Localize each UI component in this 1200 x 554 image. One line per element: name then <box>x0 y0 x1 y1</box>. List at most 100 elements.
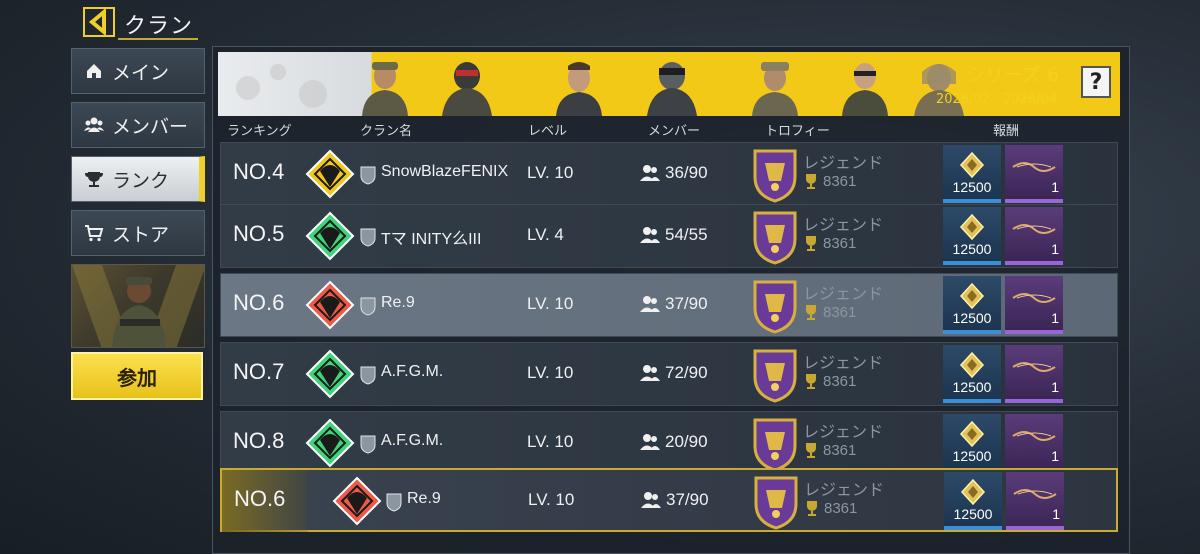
home-icon <box>87 64 101 78</box>
clan-shield-icon <box>386 493 402 512</box>
members-icon <box>640 165 660 181</box>
join-button[interactable]: 参加 <box>71 352 203 400</box>
reward-medal-amount: 12500 <box>953 506 993 522</box>
reward-item-tile[interactable]: 1 <box>1005 145 1063 203</box>
reward-medal-tile[interactable]: 12500 <box>944 472 1002 530</box>
legend-rank-badge-icon <box>753 418 797 472</box>
clan-level: LV. 10 <box>528 490 575 509</box>
member-count: 37/90 <box>665 294 708 313</box>
column-clan-name: クラン名 <box>360 124 413 139</box>
clan-emblem-icon <box>305 280 355 330</box>
clan-name: Tマ INITY么III <box>381 231 482 248</box>
trophy-tier: レジェンド <box>803 422 884 441</box>
trophy-cup-icon <box>806 305 816 320</box>
cart-icon <box>85 225 104 242</box>
clan-name: A.F.G.M. <box>381 432 444 449</box>
trophy-tier: レジェンド <box>803 284 884 303</box>
legend-rank-badge-icon <box>753 280 797 334</box>
ranking-row[interactable]: NO.6 Re.9 LV. 10 37/90 レジェンド 8361 12500 … <box>220 273 1118 337</box>
reward-medal-tile[interactable]: 12500 <box>943 207 1001 265</box>
reward-medal-tile[interactable]: 12500 <box>943 414 1001 472</box>
legend-rank-badge-icon <box>753 149 797 203</box>
clan-shield-icon <box>360 166 376 185</box>
reward-medal-tile[interactable]: 12500 <box>943 345 1001 403</box>
members-icon <box>640 434 660 450</box>
clan-emblem-icon <box>305 149 355 199</box>
rank-number: NO.6 <box>233 290 285 315</box>
reward-medal-amount: 12500 <box>952 379 992 395</box>
trophy-count: 8361 <box>824 500 858 517</box>
reward-medal-amount: 12500 <box>952 448 992 464</box>
clan-emblem-icon <box>305 349 355 399</box>
ranking-row[interactable]: NO.8 A.F.G.M. LV. 10 20/90 レジェンド 8361 12… <box>220 411 1118 475</box>
legend-rank-badge-icon <box>753 349 797 403</box>
soldier-portrait-2 <box>442 62 492 116</box>
member-count: 20/90 <box>665 432 708 451</box>
reward-item-amount: 1 <box>1051 448 1059 464</box>
reward-item-amount: 1 <box>1052 506 1060 522</box>
nav-main-label: メイン <box>112 61 170 84</box>
column-rank: ランキング <box>227 124 292 139</box>
clan-name: SnowBlazeFENIX <box>381 163 509 180</box>
reward-item-tile[interactable]: 1 <box>1005 276 1063 334</box>
clan-name: Re.9 <box>381 294 415 311</box>
trophy-icon <box>85 172 103 187</box>
trophy-cup-icon <box>806 443 816 458</box>
reward-medal-amount: 12500 <box>952 179 992 195</box>
series-dates: 2026/02 - 2026/04 <box>936 92 1057 107</box>
rank-number: NO.4 <box>233 159 285 184</box>
reward-medal-amount: 12500 <box>952 310 992 326</box>
rank-number: NO.5 <box>233 221 285 246</box>
clan-level: LV. 4 <box>527 225 564 244</box>
ranking-row[interactable]: NO.4 SnowBlazeFENIX LV. 10 36/90 レジェンド 8… <box>220 142 1118 206</box>
trophy-count: 8361 <box>823 442 857 459</box>
my-clan-row[interactable]: NO.6 Re.9 LV. 10 37/90 レジェンド 8361 12500 … <box>220 468 1118 532</box>
page-title: クラン <box>124 14 194 39</box>
reward-item-tile[interactable]: 1 <box>1006 472 1064 530</box>
nav-members-label: メンバー <box>112 115 189 138</box>
soldier-portrait-1 <box>362 62 408 116</box>
clan-level: LV. 10 <box>527 432 574 451</box>
back-arrow-icon <box>83 7 115 37</box>
legend-rank-badge-icon <box>753 211 797 265</box>
reward-medal-tile[interactable]: 12500 <box>943 145 1001 203</box>
trophy-count: 8361 <box>823 235 857 252</box>
nav-store-label: ストア <box>112 223 170 246</box>
ranking-row[interactable]: NO.7 A.F.G.M. LV. 10 72/90 レジェンド 8361 12… <box>220 342 1118 406</box>
soldier-portrait-5 <box>752 62 798 116</box>
trophy-cup-icon <box>806 374 816 389</box>
reward-item-tile[interactable]: 1 <box>1005 345 1063 403</box>
clan-shield-icon <box>360 366 376 385</box>
clan-name: Re.9 <box>407 490 441 507</box>
trophy-count: 8361 <box>823 173 857 190</box>
trophy-cup-icon <box>806 174 816 189</box>
clan-name: A.F.G.M. <box>381 363 444 380</box>
column-level: レベル <box>528 124 568 139</box>
nav-members-button[interactable]: メンバー <box>71 102 205 148</box>
nav-rank-label: ランク <box>112 169 170 192</box>
trophy-count: 8361 <box>823 373 857 390</box>
members-icon <box>640 296 660 312</box>
reward-medal-tile[interactable]: 12500 <box>943 276 1001 334</box>
trophy-tier: レジェンド <box>803 353 884 372</box>
soldier-portrait-4 <box>647 62 697 116</box>
clan-shield-icon <box>360 228 376 247</box>
trophy-cup-icon <box>807 501 817 516</box>
reward-item-tile[interactable]: 1 <box>1005 414 1063 472</box>
nav-store-button[interactable]: ストア <box>71 210 205 256</box>
help-button[interactable]: ? <box>1081 66 1111 98</box>
nav-main-button[interactable]: メイン <box>71 48 205 94</box>
nav-rank-button[interactable]: ランク <box>71 156 205 202</box>
trophy-tier: レジェンド <box>804 480 885 499</box>
series-label: シリーズ 6 <box>966 64 1060 86</box>
clan-shield-icon <box>360 435 376 454</box>
ranking-row[interactable]: NO.5 Tマ INITY么III LV. 4 54/55 レジェンド 8361… <box>220 204 1118 268</box>
reward-item-tile[interactable]: 1 <box>1005 207 1063 265</box>
back-button[interactable] <box>82 6 116 38</box>
member-count: 54/55 <box>665 225 708 244</box>
trophy-tier: レジェンド <box>803 153 884 172</box>
members-icon <box>84 117 104 132</box>
clan-emblem-icon <box>305 418 355 468</box>
trophy-count: 8361 <box>823 304 857 321</box>
rank-number: NO.6 <box>234 486 286 511</box>
